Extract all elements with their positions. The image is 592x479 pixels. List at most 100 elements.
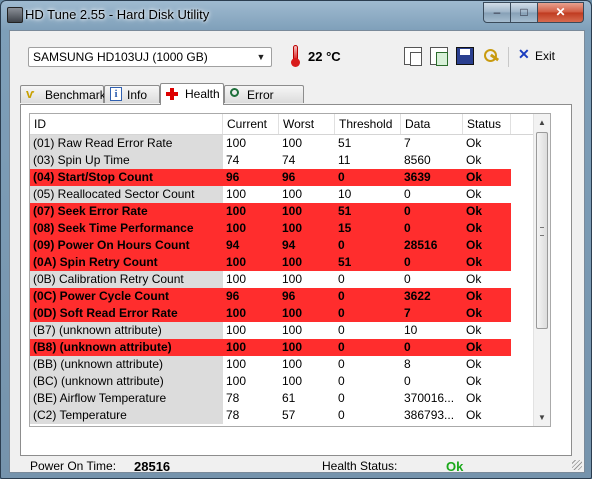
copy-screenshot-icon[interactable] [430, 47, 448, 66]
scroll-up-icon[interactable]: ▲ [534, 114, 550, 131]
resize-grip[interactable] [572, 460, 582, 470]
cell-current: 100 [226, 187, 247, 201]
health-panel: ID Current Worst Threshold Data Status (… [20, 104, 572, 456]
power-on-time-label: Power On Time: [30, 459, 117, 473]
exit-button[interactable]: ✕ Exit [516, 45, 560, 67]
table-header: ID Current Worst Threshold Data Status [30, 114, 550, 135]
cell-status: Ok [463, 305, 511, 322]
cell-current: 78 [226, 391, 240, 405]
cell-current: 100 [223, 254, 279, 271]
cell-status: Ok [466, 323, 482, 337]
cell-current: 100 [223, 203, 279, 220]
exit-icon: ✕ [518, 46, 530, 62]
table-row[interactable]: (BE) Airflow Temperature 78 61 0 370016... Ok [30, 390, 528, 407]
table-row[interactable]: (BC) (unknown attribute) 100 100 0 0 Ok [30, 373, 528, 390]
cell-id: (01) Raw Read Error Rate [30, 135, 223, 152]
cell-data: 10 [404, 323, 418, 337]
table-row[interactable]: (C2) Temperature 78 57 0 386793... Ok [30, 407, 528, 424]
cell-status: Ok [466, 374, 482, 388]
table-row[interactable]: (0B) Calibration Retry Count 100 100 0 0 Ok [30, 271, 528, 288]
chevron-down-icon[interactable]: ▼ [253, 49, 269, 65]
cell-data: 8560 [404, 153, 431, 167]
disk-select-value: SAMSUNG HD103UJ (1000 GB) [33, 50, 208, 64]
cell-data: 0 [401, 203, 463, 220]
save-icon[interactable] [456, 47, 474, 65]
cell-status: Ok [466, 136, 482, 150]
table-row[interactable]: (05) Reallocated Sector Count 100 100 10 0 Ok [30, 186, 528, 203]
column-header-data[interactable]: Data [401, 114, 463, 134]
client-area: SAMSUNG HD103UJ (1000 GB) ▼ 22 °C ✕ Exit… [9, 30, 585, 474]
table-row[interactable]: (09) Power On Hours Count 94 94 0 28516 Ok [30, 237, 528, 254]
table-row[interactable]: (0C) Power Cycle Count 96 96 0 3622 Ok [30, 288, 528, 305]
cell-worst: 74 [282, 153, 296, 167]
cell-data: 3639 [401, 169, 463, 186]
cell-id: (BC) (unknown attribute) [30, 373, 223, 390]
cell-id: (BB) (unknown attribute) [30, 356, 223, 373]
close-button[interactable]: ✕ [537, 2, 584, 23]
cell-status: Ok [463, 203, 511, 220]
toolbar-divider [508, 47, 509, 67]
cell-status: Ok [463, 237, 511, 254]
cell-current: 100 [226, 323, 247, 337]
cell-id: (08) Seek Time Performance [30, 220, 223, 237]
table-row[interactable]: (03) Spin Up Time 74 74 11 8560 Ok [30, 152, 528, 169]
cell-threshold: 0 [335, 237, 401, 254]
table-row[interactable]: (B7) (unknown attribute) 100 100 0 10 Ok [30, 322, 528, 339]
cell-worst: 100 [282, 136, 303, 150]
cell-status: Ok [463, 220, 511, 237]
minimize-button[interactable]: – [483, 2, 511, 23]
cell-worst: 61 [282, 391, 296, 405]
cell-id: (B8) (unknown attribute) [30, 339, 223, 356]
tab-bar: ⱱ Benchmark i Info Health Error Scan [20, 83, 580, 116]
toolbar: SAMSUNG HD103UJ (1000 GB) ▼ 22 °C ✕ Exit [20, 43, 572, 75]
cell-id: (04) Start/Stop Count [30, 169, 223, 186]
column-header-current[interactable]: Current [223, 114, 279, 134]
cell-status: Ok [466, 391, 482, 405]
copy-text-icon[interactable] [404, 47, 422, 66]
table-row[interactable]: (BB) (unknown attribute) 100 100 0 8 Ok [30, 356, 528, 373]
cell-id: (07) Seek Error Rate [30, 203, 223, 220]
column-header-id[interactable]: ID [30, 114, 223, 134]
cell-id: (0A) Spin Retry Count [30, 254, 223, 271]
cell-id: (0C) Power Cycle Count [30, 288, 223, 305]
table-row[interactable]: (07) Seek Error Rate 100 100 51 0 Ok [30, 203, 528, 220]
table-row[interactable]: (01) Raw Read Error Rate 100 100 51 7 Ok [30, 135, 528, 152]
cell-threshold: 0 [338, 357, 345, 371]
cell-current: 96 [223, 169, 279, 186]
cell-threshold: 0 [338, 391, 345, 405]
table-row[interactable]: (0D) Soft Read Error Rate 100 100 0 7 Ok [30, 305, 528, 322]
column-header-worst[interactable]: Worst [279, 114, 335, 134]
table-row[interactable]: (0A) Spin Retry Count 100 100 51 0 Ok [30, 254, 528, 271]
cell-status: Ok [463, 254, 511, 271]
cell-data: 0 [404, 374, 411, 388]
tab-benchmark[interactable]: ⱱ Benchmark [20, 85, 106, 103]
tab-info[interactable]: i Info [104, 85, 160, 103]
cell-threshold: 51 [338, 136, 352, 150]
cell-current: 78 [226, 408, 240, 422]
cell-worst: 100 [282, 272, 303, 286]
cell-id: (C2) Temperature [30, 407, 223, 424]
table-row[interactable]: (08) Seek Time Performance 100 100 15 0 Ok [30, 220, 528, 237]
title-bar[interactable]: HD Tune 2.55 - Hard Disk Utility – □ ✕ [1, 1, 591, 29]
cell-worst: 94 [279, 237, 335, 254]
tab-error-scan[interactable]: Error Scan [224, 85, 304, 116]
options-keys-icon[interactable] [482, 47, 500, 65]
vertical-scrollbar[interactable]: ▲ ▼ [533, 114, 550, 426]
table-row[interactable]: (B8) (unknown attribute) 100 100 0 0 Ok [30, 339, 528, 356]
column-header-status[interactable]: Status [463, 114, 511, 134]
info-icon: i [110, 87, 122, 101]
cell-status: Ok [466, 357, 482, 371]
scrollbar-thumb[interactable] [536, 132, 548, 329]
cell-status: Ok [466, 153, 482, 167]
table-row[interactable]: (04) Start/Stop Count 96 96 0 3639 Ok [30, 169, 528, 186]
cell-status: Ok [463, 339, 511, 356]
maximize-button[interactable]: □ [510, 2, 538, 23]
cell-status: Ok [463, 288, 511, 305]
disk-select[interactable]: SAMSUNG HD103UJ (1000 GB) ▼ [28, 47, 272, 67]
tab-health[interactable]: Health [160, 83, 224, 105]
cell-worst: 57 [282, 408, 296, 422]
scroll-down-icon[interactable]: ▼ [534, 409, 550, 426]
exit-label: Exit [535, 49, 556, 63]
column-header-threshold[interactable]: Threshold [335, 114, 401, 134]
temperature-readout: 22 °C [308, 49, 341, 64]
